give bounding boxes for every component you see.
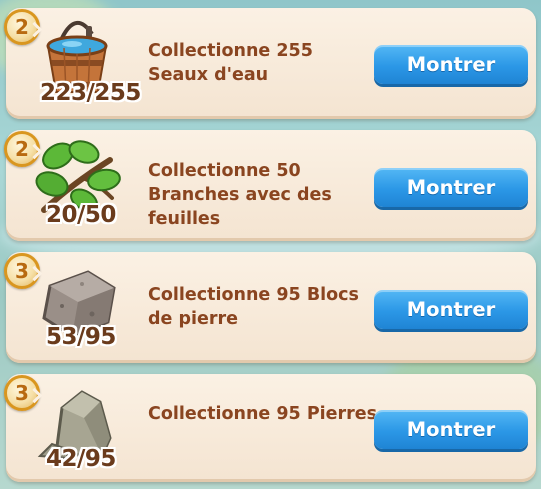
quest-description: Collectionne 255 Seaux d'eau [148,41,313,85]
show-button[interactable]: Montrer [374,168,528,207]
quest-card: 3 53/95 Collectionne 95 Blocs de pierre … [4,252,536,363]
progress-count: 53/95 [46,324,116,350]
progress-count: 42/95 [46,446,116,472]
quest-card: 3 42/95 Collectionne 95 Pierres Montrer [4,374,536,482]
show-button[interactable]: Montrer [374,410,528,449]
progress-count: 20/50 [46,202,116,228]
quest-list: 2 223/255 Collectionne 255 Seaux d'eau M… [0,0,541,489]
quest-card: 2 20/50 Collectionne 50 Branches avec de… [4,130,536,241]
quest-description: Collectionne 95 Blocs de pierre [148,285,359,329]
show-button[interactable]: Montrer [374,45,528,84]
show-button[interactable]: Montrer [374,290,528,329]
quest-card: 2 223/255 Collectionne 255 Seaux d'eau M… [4,8,536,119]
progress-count: 223/255 [40,80,141,106]
quest-description: Collectionne 50 Branches avec des feuill… [148,161,332,229]
quest-description: Collectionne 95 Pierres [148,404,378,424]
